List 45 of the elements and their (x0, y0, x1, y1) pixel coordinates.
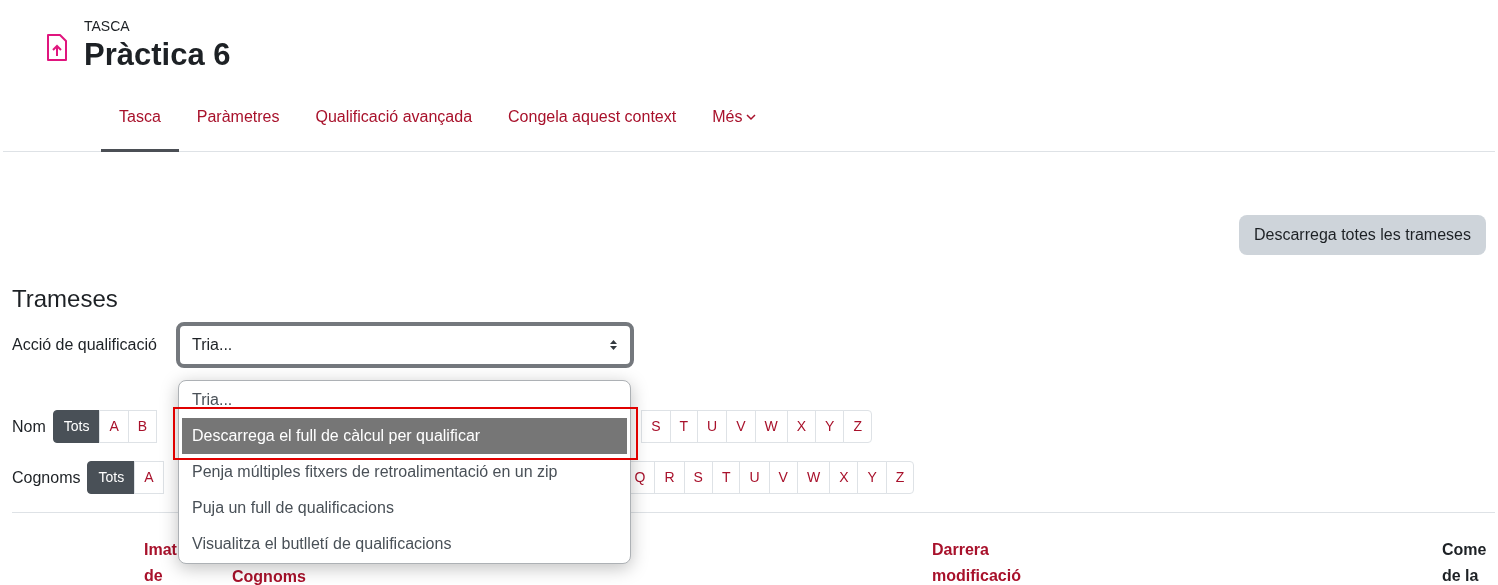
column-header[interactable]: Darrera modificació (932, 537, 1052, 585)
letter-filter-button[interactable]: S (641, 410, 671, 443)
filter-label: Cognoms (12, 467, 81, 488)
dropdown-option[interactable]: Tria... (182, 382, 627, 418)
grading-action-select[interactable]: Tria... (176, 322, 634, 368)
section-title: Trameses (12, 284, 119, 314)
filter-label: Nom (12, 416, 46, 437)
letter-filter-button[interactable]: S (683, 461, 713, 494)
dropdown-option[interactable]: Visualitza el butlletí de qualificacions (182, 526, 627, 562)
letter-filter-button[interactable]: R (654, 461, 685, 494)
letter-filter-button[interactable]: A (99, 410, 129, 443)
letter-filter-button[interactable]: Tots (52, 410, 101, 443)
page-kicker: TASCA (84, 17, 131, 35)
sort-icon (609, 339, 618, 351)
dropdown-option[interactable]: Penja múltiples fitxers de retroalimentació en un zip (182, 454, 627, 490)
nav-tab[interactable]: Qualificació avançada (297, 93, 491, 152)
nav-tab[interactable]: Congela aquest context (490, 93, 695, 152)
dropdown-option[interactable]: Descarrega el full de càlcul per qualificar (182, 418, 627, 454)
letter-filter-button[interactable]: Z (885, 461, 915, 494)
letter-filter-button[interactable]: U (739, 461, 770, 494)
download-all-button[interactable]: Descarrega totes les trameses (1239, 215, 1486, 255)
nav-tab[interactable]: Més (694, 93, 775, 152)
letter-filter-button[interactable]: B (127, 410, 158, 443)
file-upload-icon (46, 34, 68, 62)
letter-filter-button[interactable]: Tots (87, 461, 136, 494)
dropdown-option[interactable]: Puja un full de qualificacions (182, 490, 627, 526)
letter-filter-button[interactable]: A (134, 461, 164, 494)
letter-filter-button[interactable]: Y (815, 410, 845, 443)
letter-filter-button[interactable]: Y (857, 461, 887, 494)
letter-filter-button[interactable]: X (829, 461, 859, 494)
nav-tab[interactable]: Tasca (101, 93, 179, 152)
letter-filter-button[interactable]: X (786, 410, 817, 443)
column-header[interactable]: Imat de (144, 537, 178, 585)
letter-filter-button[interactable]: V (768, 461, 798, 494)
column-header[interactable]: Cognoms (232, 564, 352, 585)
letter-filter-button[interactable]: W (754, 410, 788, 443)
letter-filter-button[interactable]: V (726, 410, 756, 443)
column-header: Come de la (1442, 540, 1488, 585)
letter-filter-button[interactable]: W (796, 461, 831, 494)
letter-filter-button[interactable]: Z (843, 410, 872, 443)
nav-tab[interactable]: Paràmetres (178, 93, 298, 152)
field-label: Acció de qualificació (12, 335, 158, 355)
page-title: Pràctica 6 (84, 36, 231, 74)
caret-icon (746, 114, 757, 122)
letter-filter-button[interactable]: U (697, 410, 728, 443)
